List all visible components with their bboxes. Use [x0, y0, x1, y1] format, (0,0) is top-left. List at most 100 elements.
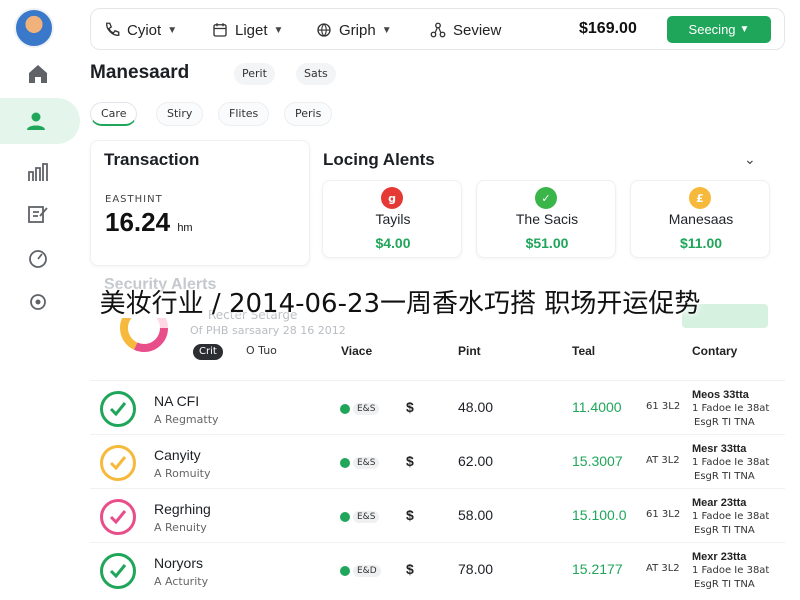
nav-label: Liget: [235, 21, 268, 39]
column-header-pint[interactable]: Pint: [458, 344, 481, 358]
row-contact-extra: EsgR TI TNA: [694, 417, 755, 428]
row-currency: $: [406, 453, 414, 469]
sidebar-item-home[interactable]: [18, 54, 58, 94]
tab-care[interactable]: Care: [90, 102, 138, 126]
transaction-title: Transaction: [104, 150, 200, 169]
status-dot: [340, 404, 350, 414]
row-total: 11.4000: [572, 399, 622, 415]
filter-toggle-tuo[interactable]: O Tuo: [246, 344, 277, 357]
alert-name: Manesaas: [668, 211, 734, 227]
row-contact-detail: 1 Fadoe Ie 38at: [692, 565, 770, 576]
tab-stiry[interactable]: Stiry: [156, 102, 204, 126]
status-dot: [340, 458, 350, 468]
status-badge: E&S: [340, 457, 380, 469]
table-row[interactable]: Regrhing A Renuity E&S $ 58.00 15.100.0 …: [90, 488, 785, 540]
alert-card[interactable]: ✓ The Sacis $51.00: [476, 180, 616, 258]
estimate-number: 16.24: [105, 207, 171, 237]
status-dot: [340, 512, 350, 522]
row-currency: $: [406, 561, 414, 577]
row-contact-extra: EsgR TI TNA: [694, 579, 755, 590]
row-contact-name: Meos 33tta: [692, 389, 749, 401]
estimate-label: EASTHINT: [105, 194, 163, 205]
chart-icon: [28, 163, 48, 181]
alert-name: Tayils: [375, 211, 411, 227]
nav-label: Griph: [339, 21, 376, 39]
status-text: E&S: [353, 457, 380, 469]
settings-dropdown-button[interactable]: Seecing ▼: [667, 16, 771, 43]
nav-label: Cyiot: [127, 21, 162, 39]
row-contact-name: Mexr 23tta: [692, 551, 747, 563]
chevron-down-icon: ▼: [739, 24, 750, 35]
estimate-unit: hm: [177, 222, 193, 234]
row-name: Canyity: [154, 447, 201, 463]
user-icon: [27, 112, 45, 130]
row-total: 15.100.0: [572, 507, 627, 523]
gauge-icon: [29, 250, 47, 268]
row-contact-detail: 1 Fadoe Ie 38at: [692, 511, 770, 522]
alert-amount: $4.00: [375, 235, 411, 251]
check-icon: [100, 391, 136, 427]
alert-card[interactable]: g Tayils $4.00: [322, 180, 462, 258]
phone-icon: [106, 22, 120, 36]
chevron-down-icon: ▼: [381, 24, 392, 36]
estimate-value: 16.24 hm: [105, 207, 193, 238]
row-meta: 61 3L2: [646, 509, 681, 520]
sidebar-item-user[interactable]: [0, 98, 80, 144]
status-text: E&S: [353, 511, 380, 523]
table-row[interactable]: Noryors A Acturity E&D $ 78.00 15.2177 A…: [90, 542, 785, 594]
settings-label: Seecing: [688, 22, 736, 37]
chevron-down-icon: ▼: [167, 24, 178, 36]
row-meta: 61 3L2: [646, 401, 681, 412]
row-total: 15.2177: [572, 561, 623, 577]
row-contact-extra: EsgR TI TNA: [694, 471, 755, 482]
header-pill-sats[interactable]: Sats: [296, 63, 336, 85]
filter-toggle-crit[interactable]: Crit: [193, 344, 223, 360]
table-row[interactable]: NA CFI A Regmatty E&S $ 48.00 11.4000 61…: [90, 380, 785, 432]
tab-flites[interactable]: Flites: [218, 102, 270, 126]
alert-amount: $11.00: [679, 235, 723, 251]
header-pill-perit[interactable]: Perit: [234, 63, 275, 85]
row-contact-name: Mear 23tta: [692, 497, 747, 509]
check-icon: [100, 445, 136, 481]
alert-icon: g: [381, 187, 403, 209]
status-badge: E&D: [340, 565, 381, 577]
top-nav-bar: Cyiot ▼ Liget ▼ Griph ▼ Seview $169.00 S…: [90, 8, 785, 50]
tab-peris[interactable]: Peris: [284, 102, 333, 126]
column-header-contary[interactable]: Contary: [692, 344, 737, 358]
row-meta: AT 3L2: [646, 455, 680, 466]
nav-item-seview[interactable]: Seview: [429, 19, 501, 41]
avatar[interactable]: [14, 8, 54, 48]
row-subtitle: A Renuity: [154, 521, 207, 534]
alert-icon: ✓: [535, 187, 557, 209]
column-header-teal[interactable]: Teal: [572, 344, 595, 358]
row-subtitle: A Regmatty: [154, 413, 219, 426]
nav-item-griph[interactable]: Griph ▼: [315, 19, 392, 41]
calendar-icon: [213, 23, 227, 37]
row-contact-name: Mesr 33tta: [692, 443, 747, 455]
nav-label: Seview: [453, 21, 502, 39]
status-badge: E&S: [340, 403, 380, 415]
row-contact-extra: EsgR TI TNA: [694, 525, 755, 536]
sidebar-item-gauge[interactable]: [18, 238, 58, 278]
globe-icon: [317, 23, 331, 37]
row-meta: AT 3L2: [646, 563, 680, 574]
row-contact-detail: 1 Fadoe Ie 38at: [692, 403, 770, 414]
home-icon: [29, 65, 47, 83]
alert-name: The Sacis: [515, 211, 579, 227]
network-icon: [430, 22, 446, 38]
nav-item-cyiot[interactable]: Cyiot ▼: [103, 19, 177, 41]
table-row[interactable]: Canyity A Romuity E&S $ 62.00 15.3007 AT…: [90, 434, 785, 486]
row-price: 78.00: [458, 561, 494, 577]
sidebar-item-edit[interactable]: [18, 194, 58, 234]
sidebar-item-chart[interactable]: [18, 152, 58, 192]
page-title: Manesaard: [90, 62, 190, 83]
alert-card[interactable]: £ Manesaas $11.00: [630, 180, 770, 258]
row-price: 62.00: [458, 453, 494, 469]
nav-item-liget[interactable]: Liget ▼: [211, 19, 283, 41]
alert-icon: £: [689, 187, 711, 209]
chevron-down-icon[interactable]: ⌄: [744, 152, 756, 168]
column-header-viace[interactable]: Viace: [341, 344, 372, 358]
row-name: Noryors: [154, 555, 204, 571]
balance-value: $169.00: [579, 20, 637, 37]
chevron-down-icon: ▼: [273, 24, 284, 36]
